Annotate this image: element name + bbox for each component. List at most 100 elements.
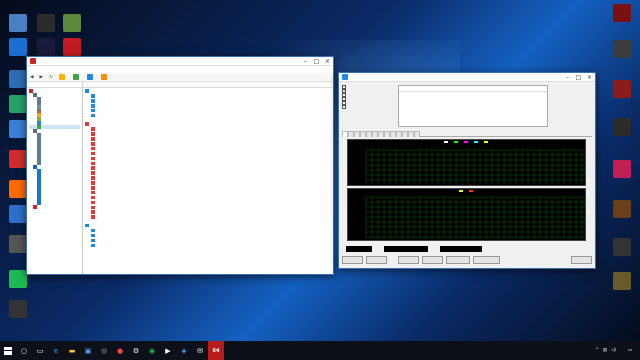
edge-icon[interactable]: e bbox=[48, 341, 64, 360]
desktop-icon[interactable] bbox=[2, 300, 34, 330]
sensor-icon bbox=[91, 156, 95, 161]
details-field bbox=[83, 161, 145, 166]
maximize-button[interactable]: □ bbox=[311, 57, 322, 66]
sensor-icon bbox=[91, 176, 95, 180]
stability-test-window[interactable]: – □ × ✓ bbox=[338, 72, 596, 269]
legend-swatch bbox=[444, 141, 448, 143]
close-button[interactable]: × bbox=[322, 57, 333, 66]
tree-item-icon bbox=[37, 125, 41, 129]
details-field bbox=[83, 243, 145, 248]
details-field bbox=[83, 156, 145, 161]
aida64-main-window[interactable]: – □ × ◀ ▶ ↻ bbox=[26, 56, 334, 275]
notifications-icon[interactable]: ▭ bbox=[628, 348, 632, 353]
start-button[interactable] bbox=[0, 341, 16, 360]
legend-swatch bbox=[459, 190, 463, 192]
stability-maximize-button[interactable]: □ bbox=[573, 73, 584, 82]
clear-button[interactable] bbox=[398, 256, 419, 264]
details-field bbox=[83, 166, 145, 170]
report-button[interactable] bbox=[58, 74, 67, 80]
mail-icon[interactable]: ✉ bbox=[192, 341, 208, 360]
desktop-icon[interactable] bbox=[606, 238, 638, 268]
stability-minimize-button[interactable]: – bbox=[562, 73, 573, 82]
sensor-icon bbox=[91, 146, 95, 151]
driver-icon bbox=[100, 74, 107, 80]
details-field bbox=[83, 176, 145, 180]
spotify-icon[interactable]: ◉ bbox=[144, 341, 160, 360]
steam-icon[interactable]: ◎ bbox=[96, 341, 112, 360]
stress-checkbox[interactable] bbox=[342, 105, 346, 109]
app-icon bbox=[37, 14, 55, 32]
desktop-icon[interactable] bbox=[606, 40, 638, 70]
forward-arrow-icon[interactable]: ▶ bbox=[39, 75, 42, 80]
aida64-taskbar-icon[interactable]: 64 bbox=[208, 341, 224, 360]
explorer-icon[interactable]: ▬ bbox=[64, 341, 80, 360]
sensor-icon bbox=[91, 113, 95, 118]
photos-icon[interactable]: ◈ bbox=[176, 341, 192, 360]
stability-close-bottom-button[interactable] bbox=[571, 256, 592, 264]
chrome-icon[interactable]: ● bbox=[112, 341, 128, 360]
aida64-titlebar[interactable]: – □ × bbox=[27, 57, 333, 66]
stop-button[interactable] bbox=[366, 256, 387, 264]
store-icon[interactable]: ▣ bbox=[80, 341, 96, 360]
task-view-icon[interactable]: ▭ bbox=[32, 341, 48, 360]
sensor-icon bbox=[91, 195, 95, 200]
bios-updates-button[interactable] bbox=[86, 74, 95, 80]
chevron-up-icon[interactable]: ^ bbox=[595, 348, 599, 353]
back-arrow-icon[interactable]: ◀ bbox=[30, 75, 33, 80]
battery-value bbox=[346, 245, 372, 252]
legend-entry bbox=[444, 141, 449, 143]
details-field bbox=[83, 94, 145, 98]
sensor-icon bbox=[91, 142, 95, 146]
details-field bbox=[83, 132, 145, 136]
details-field bbox=[83, 205, 145, 210]
game-icon bbox=[613, 40, 631, 58]
cpuid-button[interactable] bbox=[446, 256, 470, 264]
desktop-icon-label bbox=[606, 24, 638, 34]
sensor-icon bbox=[91, 132, 95, 136]
app-icon bbox=[63, 14, 81, 32]
desktop-icon[interactable] bbox=[606, 4, 638, 34]
minimize-button[interactable]: – bbox=[300, 57, 311, 66]
temperature-grid bbox=[365, 149, 585, 184]
game-icon bbox=[613, 160, 631, 178]
desktop-icon[interactable] bbox=[606, 200, 638, 230]
volume-icon[interactable]: ◁) bbox=[611, 348, 616, 353]
refresh-icon[interactable]: ↻ bbox=[49, 75, 53, 80]
buy-now-button[interactable] bbox=[72, 74, 81, 80]
sensor-icon bbox=[91, 238, 95, 243]
network-icon[interactable]: ▤ bbox=[603, 348, 607, 353]
sensor-icon bbox=[91, 151, 95, 156]
details-field bbox=[83, 215, 145, 219]
sensor-icon bbox=[91, 94, 95, 98]
legend-swatch bbox=[469, 190, 473, 192]
details-field bbox=[83, 113, 145, 118]
stress-option[interactable] bbox=[342, 105, 397, 109]
stability-close-button[interactable]: × bbox=[584, 73, 595, 82]
search-icon[interactable]: ○ bbox=[16, 341, 32, 360]
stability-tabs bbox=[342, 131, 592, 137]
stress-options: ✓ bbox=[342, 85, 397, 127]
stability-titlebar[interactable]: – □ × bbox=[339, 73, 595, 82]
desktop-icon-label bbox=[606, 258, 638, 268]
driver-updates-button[interactable] bbox=[100, 74, 109, 80]
desktop-icon[interactable] bbox=[606, 272, 638, 302]
system-tray: ^ ▤ ◁) ▭ bbox=[595, 348, 640, 353]
sensor-icon bbox=[91, 171, 95, 175]
group-icon bbox=[85, 122, 89, 126]
game-icon bbox=[613, 200, 631, 218]
desktop-icon[interactable] bbox=[606, 118, 638, 148]
desktop-icon[interactable] bbox=[606, 160, 638, 190]
app-icon bbox=[9, 270, 27, 288]
media-icon[interactable]: ▶ bbox=[160, 341, 176, 360]
save-button[interactable] bbox=[422, 256, 443, 264]
desktop-icon[interactable] bbox=[606, 80, 638, 110]
stability-tab[interactable] bbox=[414, 131, 420, 137]
start-button[interactable] bbox=[342, 256, 363, 264]
details-field bbox=[83, 137, 145, 141]
tree-item[interactable] bbox=[29, 205, 80, 209]
settings-icon[interactable]: ⚙ bbox=[128, 341, 144, 360]
desktop-icon-label bbox=[606, 220, 638, 230]
preferences-button[interactable] bbox=[473, 256, 500, 264]
navigation-tree bbox=[27, 88, 82, 210]
